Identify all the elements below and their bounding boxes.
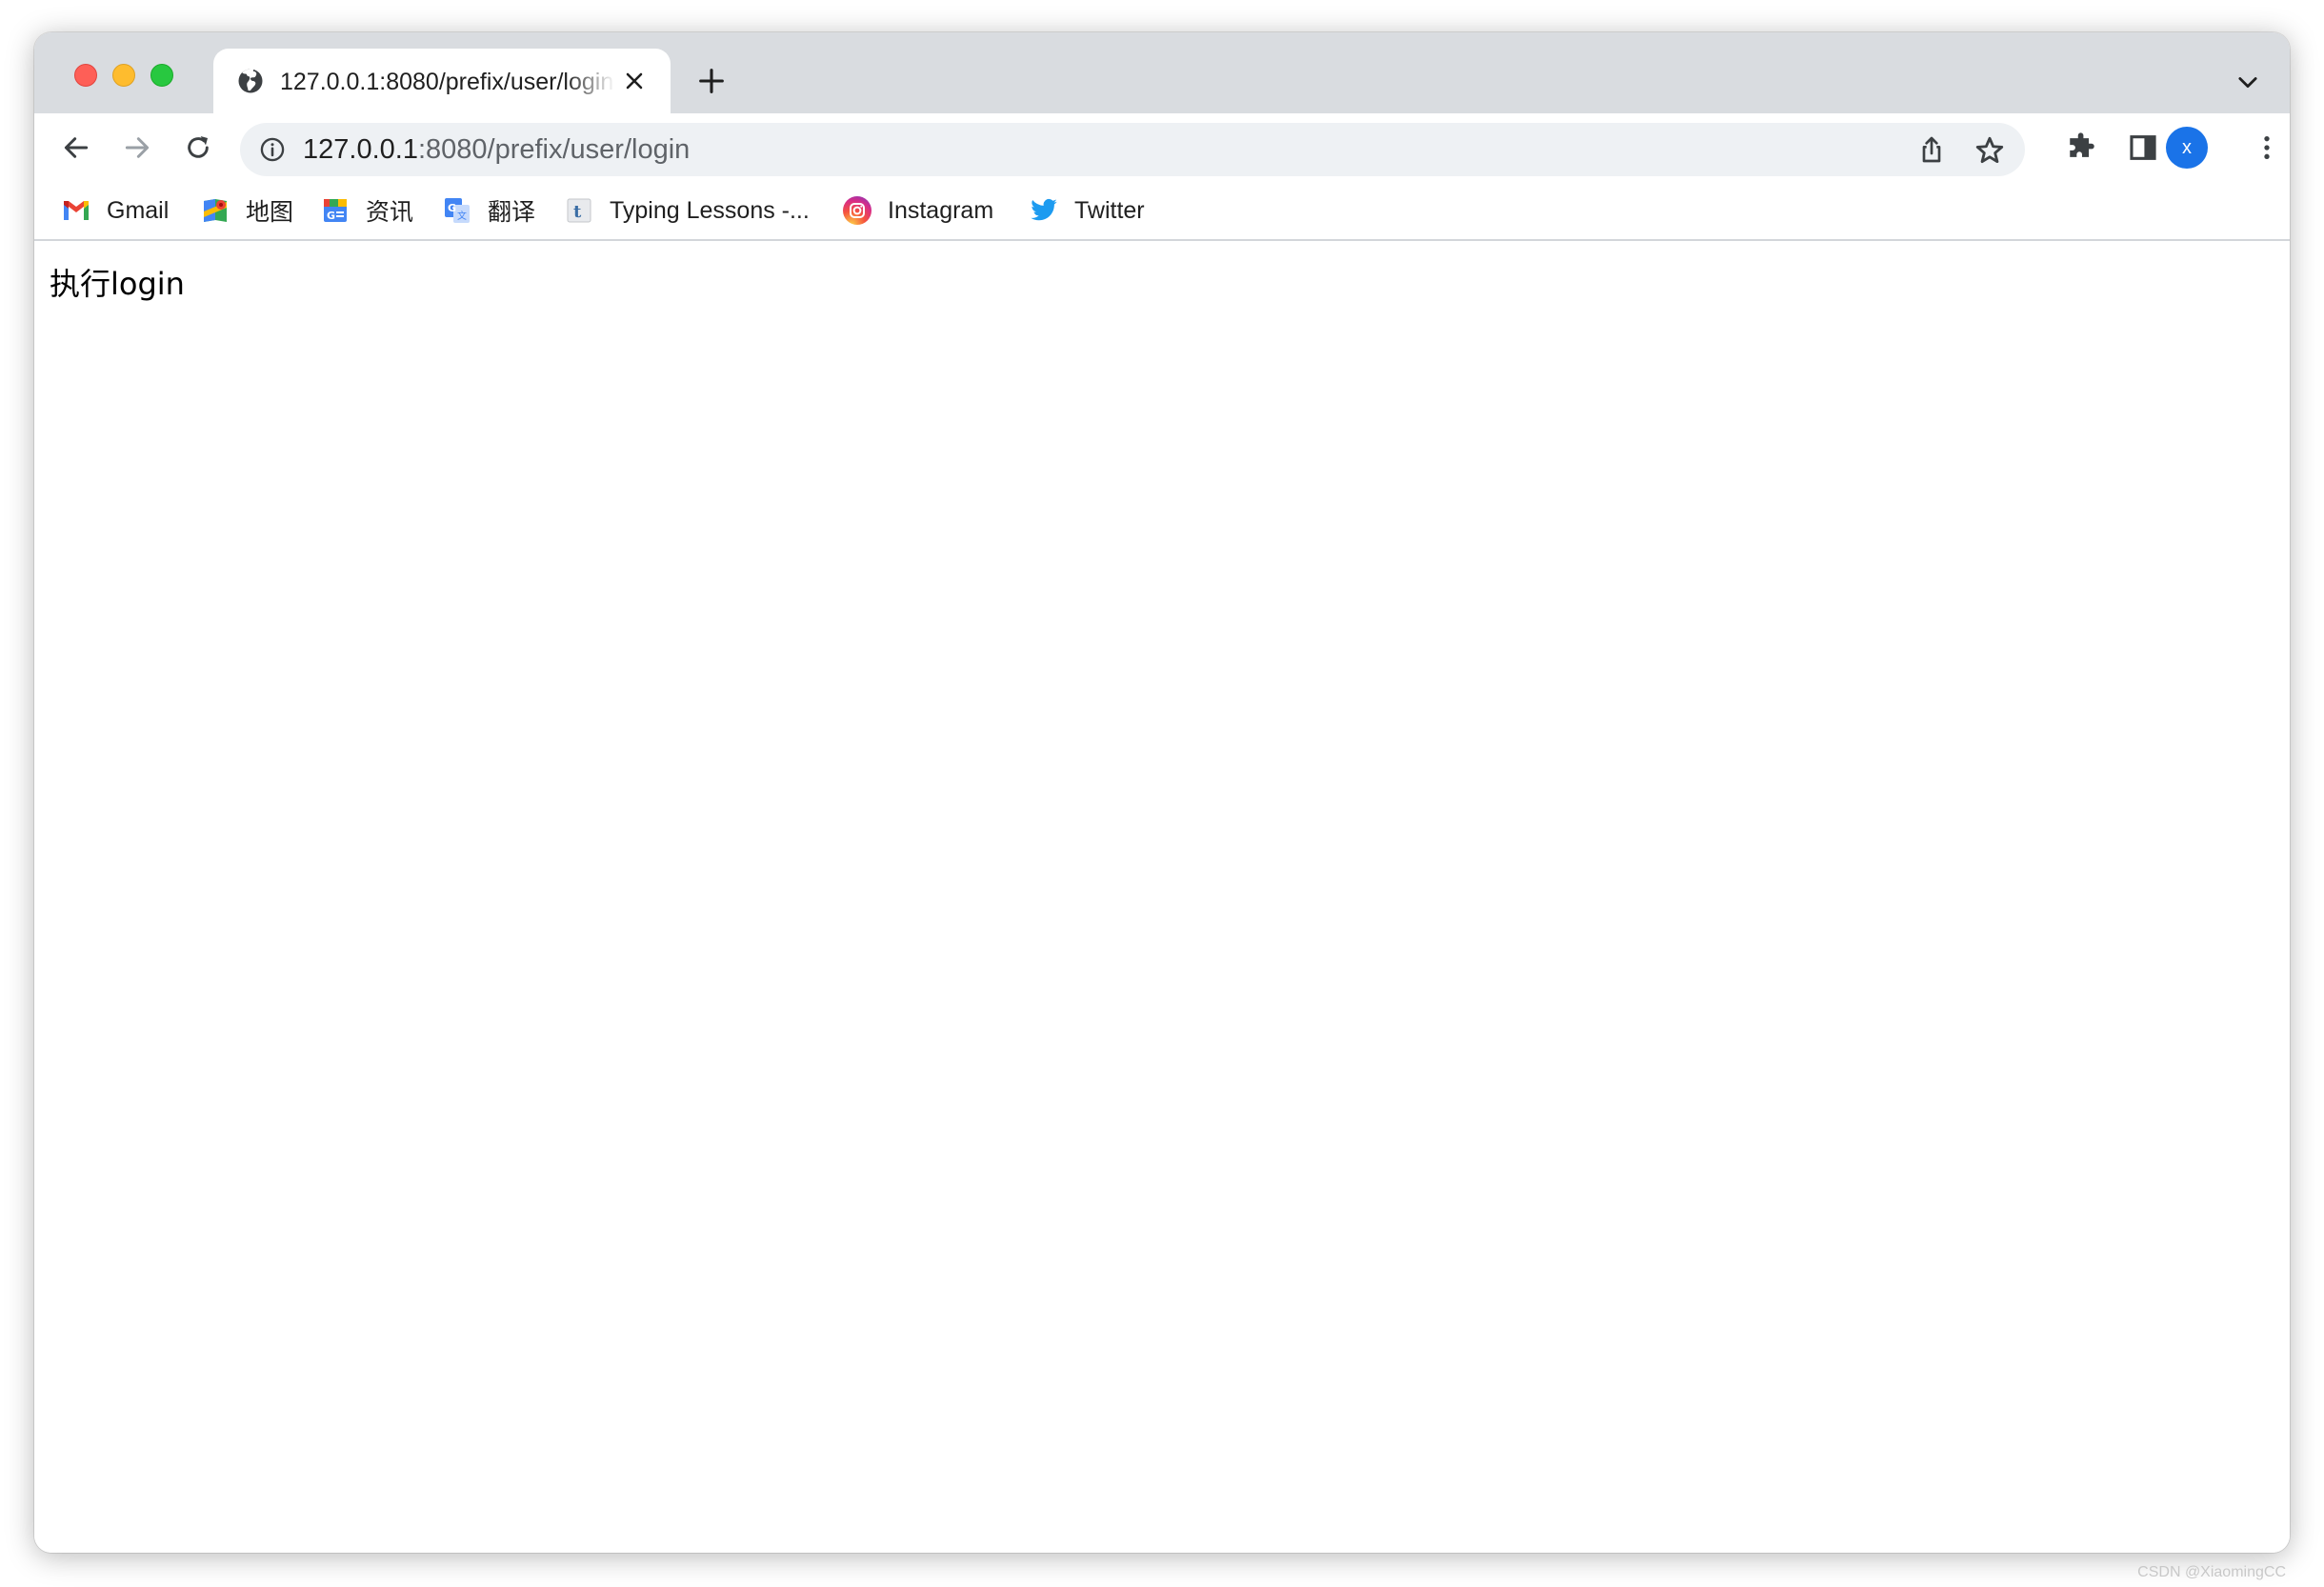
star-icon[interactable] bbox=[1973, 134, 2006, 167]
reload-icon bbox=[188, 136, 209, 158]
watermark: CSDN @XiaomingCC bbox=[2137, 1564, 2286, 1580]
menu-button[interactable] bbox=[2248, 129, 2286, 167]
bookmark-label: Typing Lessons -... bbox=[610, 196, 810, 224]
browser-window: 127.0.0.1:8080/prefix/user/login 127.0.0… bbox=[34, 32, 2290, 1553]
url-text[interactable]: 127.0.0.1:8080/prefix/user/login bbox=[303, 134, 690, 165]
bookmark-gmail[interactable]: Gmail bbox=[61, 191, 169, 230]
more-vert-icon bbox=[2264, 136, 2270, 159]
side-panel-button[interactable] bbox=[2124, 129, 2162, 167]
bookmark-label: 资讯 bbox=[366, 199, 414, 226]
url-path: :8080/prefix/user/login bbox=[417, 134, 691, 165]
bookmark-twitter[interactable]: Twitter bbox=[1029, 191, 1145, 230]
extensions-button[interactable] bbox=[2063, 129, 2101, 167]
bookmark-typing[interactable]: t Typing Lessons -... bbox=[564, 191, 810, 230]
share-icon[interactable] bbox=[1916, 134, 1947, 165]
typing-icon: t bbox=[564, 195, 594, 226]
page-body-text: 执行login bbox=[50, 266, 185, 302]
maps-icon bbox=[200, 195, 230, 226]
svg-text:文: 文 bbox=[457, 210, 467, 222]
reload-button[interactable] bbox=[179, 129, 217, 167]
bookmark-maps[interactable]: 地图 bbox=[200, 191, 293, 230]
gmail-icon bbox=[61, 195, 91, 226]
bookmark-label: 翻译 bbox=[488, 199, 536, 226]
url-host: 127.0.0.1 bbox=[303, 134, 418, 165]
chevron-down-icon[interactable] bbox=[2234, 69, 2261, 95]
toolbar: 127.0.0.1:8080/prefix/user/login x bbox=[34, 113, 2290, 182]
profile-avatar[interactable]: x bbox=[2166, 127, 2208, 169]
bookmark-news[interactable]: G 资讯 bbox=[320, 191, 413, 230]
tab-title: 127.0.0.1:8080/prefix/user/login bbox=[280, 69, 614, 95]
side-panel-icon bbox=[2130, 135, 2156, 160]
translate-icon: G 文 bbox=[442, 195, 472, 226]
instagram-icon bbox=[842, 195, 872, 226]
info-icon[interactable] bbox=[259, 136, 286, 163]
address-bar[interactable]: 127.0.0.1:8080/prefix/user/login bbox=[240, 123, 2025, 176]
close-icon[interactable] bbox=[621, 68, 648, 94]
tab-strip: 127.0.0.1:8080/prefix/user/login bbox=[34, 32, 2290, 113]
arrow-right-icon bbox=[125, 137, 150, 158]
minimize-window-button[interactable] bbox=[112, 64, 135, 87]
page-content: 执行login bbox=[34, 241, 2290, 1553]
twitter-icon bbox=[1029, 195, 1059, 226]
bookmark-label: 地图 bbox=[246, 199, 294, 226]
bookmark-label: Instagram bbox=[888, 196, 994, 224]
active-tab[interactable]: 127.0.0.1:8080/prefix/user/login bbox=[213, 49, 671, 113]
back-button[interactable] bbox=[57, 129, 95, 167]
forward-button[interactable] bbox=[118, 129, 156, 167]
puzzle-icon bbox=[2070, 132, 2094, 157]
maximize-window-button[interactable] bbox=[150, 64, 173, 87]
bookmark-instagram[interactable]: Instagram bbox=[842, 191, 993, 230]
svg-text:G: G bbox=[327, 210, 335, 222]
news-icon: G bbox=[320, 195, 351, 226]
svg-text:t: t bbox=[573, 202, 582, 222]
bookmark-label: Gmail bbox=[107, 196, 170, 224]
globe-icon bbox=[238, 69, 263, 93]
svg-text:G: G bbox=[448, 202, 456, 214]
close-window-button[interactable] bbox=[74, 64, 97, 87]
bookmark-translate[interactable]: G 文 翻译 bbox=[442, 191, 535, 230]
bookmark-label: Twitter bbox=[1074, 196, 1145, 224]
plus-icon[interactable] bbox=[695, 65, 728, 97]
bookmarks-bar: Gmail 地图 G 资讯 G 文 翻译 t Typing Lessons -.… bbox=[34, 182, 2290, 241]
arrow-left-icon bbox=[64, 137, 89, 158]
